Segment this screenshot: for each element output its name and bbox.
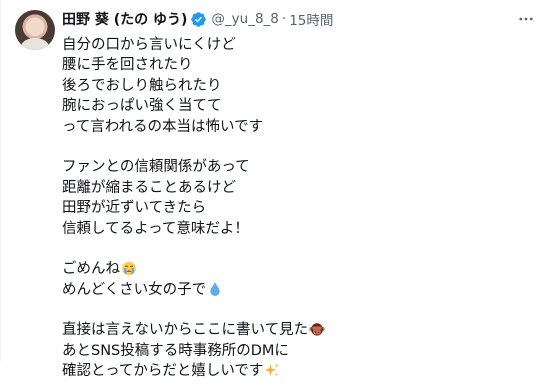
tweet-line: 距離が縮まることあるけど	[62, 178, 532, 198]
crying-face-icon	[121, 260, 137, 276]
tweet-line: 確認とってからだと嬉しいです	[62, 361, 532, 381]
timestamp[interactable]: 15時間	[289, 9, 333, 29]
tweet-line-text: 確認とってからだと嬉しいです	[62, 363, 264, 380]
tweet-line: ごめんね	[62, 259, 532, 279]
avatar[interactable]	[15, 10, 55, 50]
sparkles-icon	[264, 362, 280, 378]
tweet-line-text: 距離が縮まることあるけど	[62, 179, 236, 196]
tweet-line: あとSNS投稿する時事務所のDMに	[62, 341, 532, 361]
tweet-line: 後ろでおしり触られたり	[62, 76, 532, 96]
tweet-line: 田野が近ずいてきたら	[62, 198, 532, 218]
tweet-line: 直接は言えないからここに書いて見た	[62, 320, 532, 340]
handle[interactable]: @_yu_8_8	[211, 11, 278, 27]
tweet-line-text: 後ろでおしり触られたり	[62, 77, 222, 94]
droplet-icon	[207, 281, 223, 297]
tweet-line-text: ごめんね	[62, 261, 120, 278]
separator-dot: ·	[281, 11, 287, 27]
tweet-line: めんどくさい女の子で	[62, 280, 532, 300]
tweet-line: って言われるの本当は怖いです	[62, 117, 532, 137]
tweet-line-text: 腕におっぱい強く当てて	[62, 98, 222, 115]
more-options-icon[interactable]	[515, 9, 537, 29]
tweet-line-text: 腰に手を回されたり	[62, 57, 193, 74]
tweet-line: 信頼してるよって意味だよ！	[62, 219, 532, 239]
tweet-line-text: って言われるの本当は怖いです	[62, 118, 264, 135]
see-no-evil-monkey-icon	[309, 321, 325, 337]
tweet-line: 自分の口から言いにくけど	[62, 35, 532, 55]
tweet-line-text: 田野が近ずいてきたら	[62, 200, 207, 217]
tweet-line-text: 自分の口から言いにくけど	[62, 37, 236, 53]
verified-badge-icon	[190, 11, 207, 28]
tweet-line: 腕におっぱい強く当てて	[62, 96, 532, 116]
tweet-line-text: めんどくさい女の子で	[62, 281, 207, 298]
tweet-line-text: ファンとの信頼関係があって	[62, 159, 250, 176]
tweet-line-text: あとSNS投稿する時事務所のDMに	[62, 342, 289, 359]
tweet-text: 自分の口から言いにくけど 腰に手を回されたり 後ろでおしり触られたり 腕におっぱ…	[62, 35, 532, 382]
display-name[interactable]: 田野 葵 (たの ゆう)	[62, 9, 187, 29]
tweet-line-text: 直接は言えないからここに書いて見た	[62, 322, 309, 339]
tweet-line: 腰に手を回されたり	[62, 55, 532, 75]
tweet-line-text: 信頼してるよって意味だよ！	[62, 220, 249, 237]
tweet[interactable]: 田野 葵 (たの ゆう) @_yu_8_8 · 15時間 自分の口から言いにくけ…	[0, 0, 551, 379]
tweet-line: ファンとの信頼関係があって	[62, 157, 532, 177]
tweet-header: 田野 葵 (たの ゆう) @_yu_8_8 · 15時間	[62, 8, 333, 30]
